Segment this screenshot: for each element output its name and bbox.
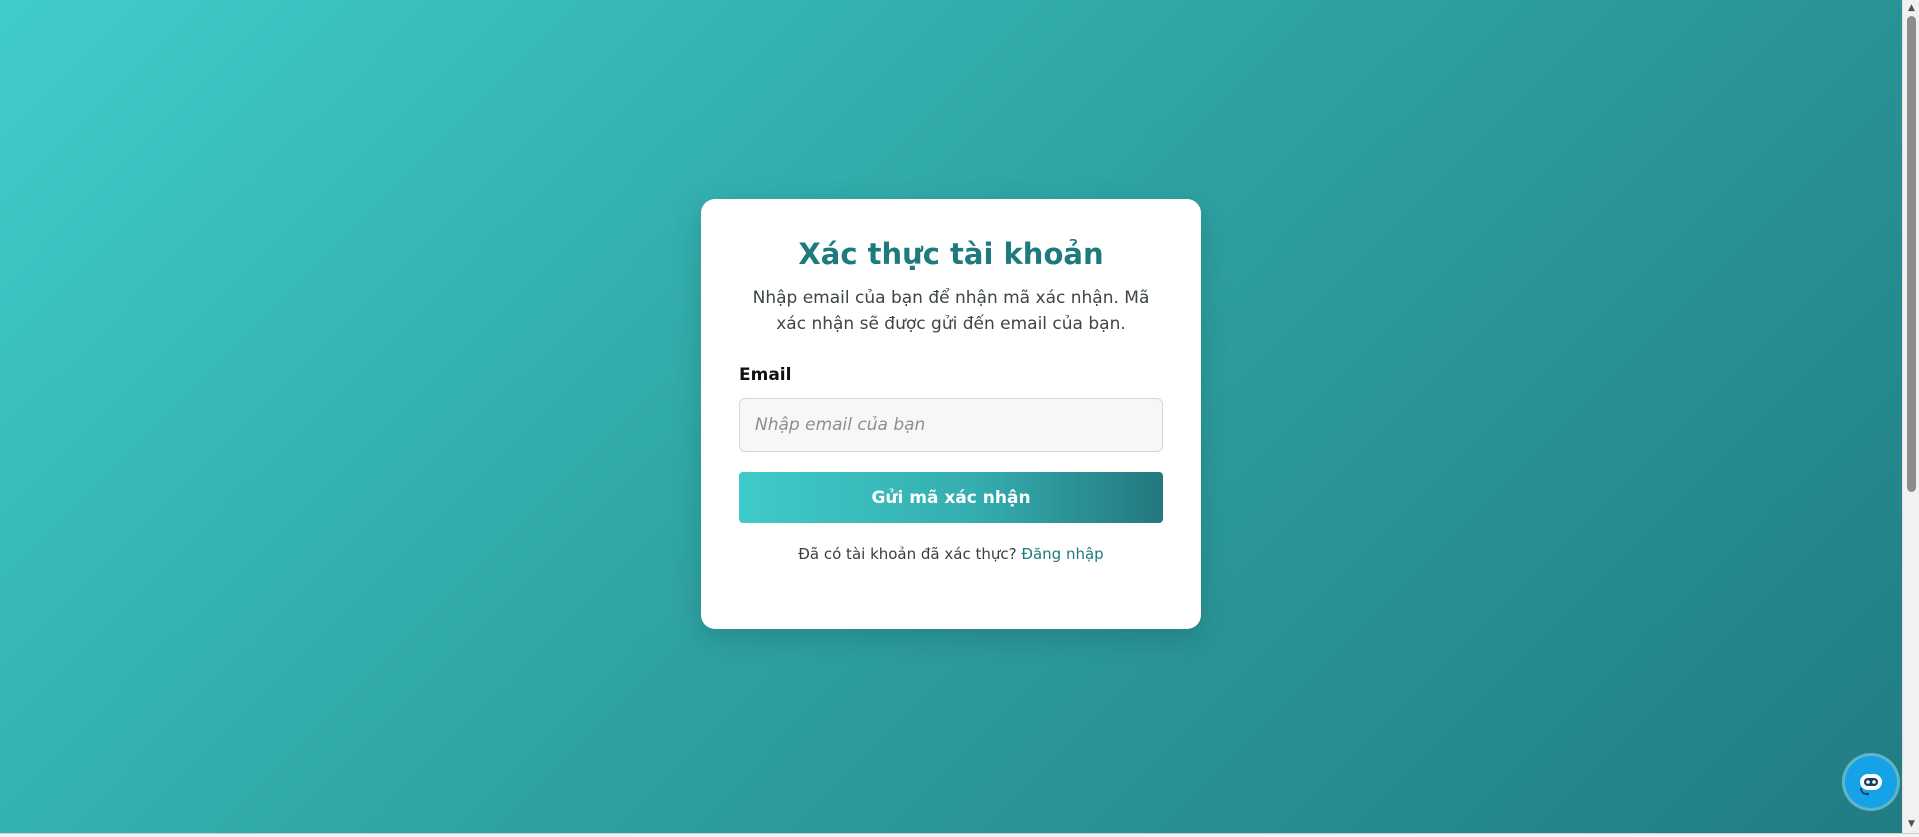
scroll-down-arrow-icon[interactable]: ▼ [1903, 817, 1919, 832]
page-background: Xác thực tài khoản Nhập email của bạn để… [0, 0, 1902, 833]
instruction-text: Nhập email của bạn để nhận mã xác nhận. … [752, 288, 1150, 334]
verification-card: Xác thực tài khoản Nhập email của bạn để… [701, 199, 1201, 629]
login-prompt-text: Đã có tài khoản đã xác thực? [798, 545, 1017, 563]
send-code-button[interactable]: Gửi mã xác nhận [739, 472, 1163, 523]
login-link[interactable]: Đăng nhập [1021, 545, 1103, 563]
email-label: Email [739, 365, 792, 385]
scrollbar-thumb[interactable] [1907, 16, 1916, 492]
chatbot-icon [1860, 774, 1882, 796]
page-title: Xác thực tài khoản [798, 237, 1104, 271]
chatbot-button[interactable] [1845, 756, 1897, 808]
window-bottom-edge [0, 833, 1919, 837]
login-prompt: Đã có tài khoản đã xác thực? Đăng nhập [739, 545, 1163, 563]
email-field[interactable] [739, 398, 1163, 452]
scroll-up-arrow-icon[interactable]: ▲ [1903, 1, 1919, 16]
vertical-scrollbar[interactable]: ▲ ▼ [1902, 0, 1919, 833]
